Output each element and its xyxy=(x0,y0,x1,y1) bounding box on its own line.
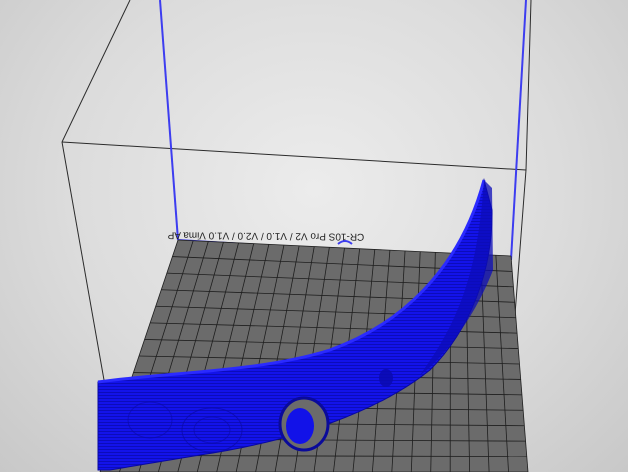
scene-canvas[interactable]: CR-10S Pro V2 / V1.0 / V2.0 / V1.0 Vima … xyxy=(0,0,628,472)
bed-label: CR-10S Pro V2 / V1.0 / V2.0 / V1.0 Vima … xyxy=(167,229,364,242)
3d-viewport[interactable]: CR-10S Pro V2 / V1.0 / V2.0 / V1.0 Vima … xyxy=(0,0,628,472)
part-small-hole xyxy=(379,369,393,387)
